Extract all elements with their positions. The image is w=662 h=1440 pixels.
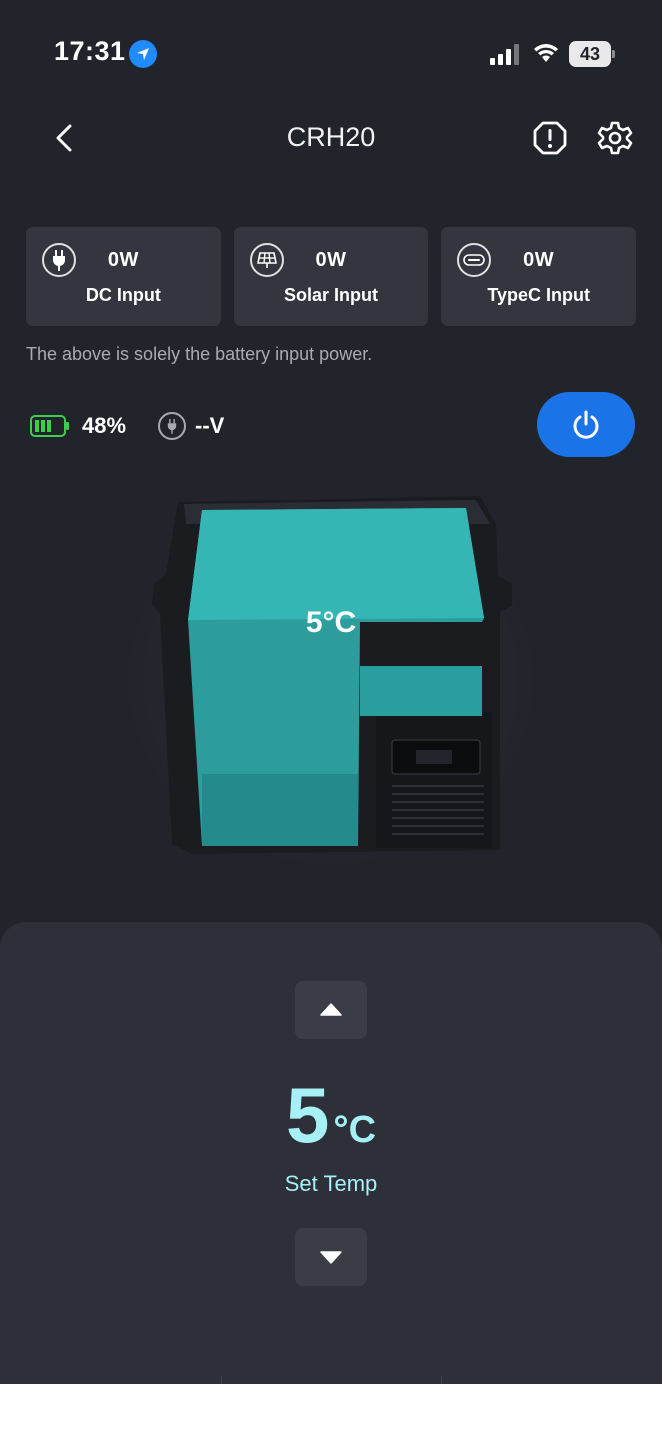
set-temp-unit: °C <box>333 1109 377 1151</box>
set-temp-label: Set Temp <box>284 1171 378 1196</box>
solar-input-value: 0W <box>315 249 347 271</box>
status-time: 17:31 <box>54 36 126 66</box>
temp-increase-button[interactable] <box>295 981 367 1039</box>
wifi-icon <box>534 44 558 62</box>
power-icon <box>573 410 599 439</box>
solar-input-label: Solar Input <box>284 285 378 305</box>
typec-input-card: 0W TypeC Input <box>441 227 637 326</box>
warning-octagon-icon <box>533 121 567 155</box>
battery-icon <box>30 415 69 437</box>
cellular-signal-icon <box>490 44 519 65</box>
status-bar: 17:31 43 <box>0 0 662 100</box>
voltage-value: --V <box>195 413 225 438</box>
input-power-note: The above is solely the battery input po… <box>26 344 373 364</box>
triangle-down-icon <box>320 1251 342 1264</box>
dc-input-card: 0W DC Input <box>26 227 221 326</box>
location-arrow-icon <box>129 40 157 68</box>
voltage-plug-icon <box>158 412 186 440</box>
input-power-cards: 0W DC Input 0W Solar Input 0W TypeC Inpu… <box>26 227 637 326</box>
status-battery-level: 43 <box>569 41 611 67</box>
power-button[interactable] <box>537 392 635 457</box>
set-temp-value: 5 <box>285 1071 330 1159</box>
gear-icon <box>597 121 633 155</box>
typec-input-label: TypeC Input <box>487 285 590 305</box>
alert-button[interactable] <box>532 120 568 156</box>
settings-button[interactable] <box>597 120 633 156</box>
bottom-strip <box>0 1384 662 1440</box>
fridge-image <box>152 496 512 854</box>
triangle-up-icon <box>320 1003 342 1016</box>
set-temp-display: 5 °C <box>0 1070 662 1161</box>
typec-input-value: 0W <box>523 249 555 271</box>
dc-input-value: 0W <box>107 249 139 271</box>
status-battery-icon: 43 <box>569 41 615 67</box>
solar-input-card: 0W Solar Input <box>233 227 429 326</box>
battery-percent: 48% <box>82 413 127 438</box>
temp-decrease-button[interactable] <box>295 1228 367 1286</box>
fridge-current-temp: 5°C <box>305 606 357 639</box>
dc-input-label: DC Input <box>85 285 161 305</box>
